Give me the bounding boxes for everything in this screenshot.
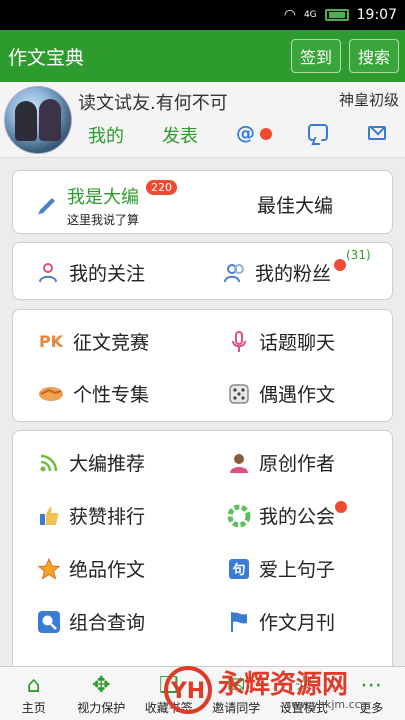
- username: 读文试友.有何不可: [78, 93, 228, 114]
- mention-icon[interactable]: @: [236, 122, 255, 144]
- best-editor-link[interactable]: 最佳大编: [257, 191, 333, 218]
- monthly-label: 作文月刊: [259, 612, 336, 634]
- premium-label: 绝品作文: [69, 559, 146, 581]
- status-bar: ◠ 4G 19:07: [0, 0, 405, 30]
- signin-button[interactable]: 签到: [290, 39, 341, 73]
- topic-item[interactable]: 话题聊天: [227, 328, 335, 355]
- fans-label: 我的粉丝: [255, 263, 332, 285]
- guild-label: 我的公会: [259, 506, 336, 528]
- activity-card: PK 征文竞赛 话题聊天 个性专集 偶遇作文: [12, 309, 393, 422]
- wifi-icon: ◠: [283, 7, 296, 23]
- ranking-item[interactable]: 获赞排行: [37, 502, 145, 529]
- chat-icon[interactable]: [308, 124, 328, 141]
- pen-icon: [35, 194, 59, 218]
- app-header: 作文宝典 签到 搜索: [0, 30, 405, 82]
- search-button[interactable]: 搜索: [348, 39, 399, 73]
- premium-item[interactable]: 绝品作文: [37, 555, 145, 582]
- following-icon: [37, 261, 61, 285]
- tab-bookmark-label: 收藏书签: [144, 701, 193, 715]
- query-item[interactable]: 组合查询: [37, 608, 145, 635]
- search-icon: [37, 610, 61, 634]
- clock: 19:07: [356, 7, 397, 23]
- app-title: 作文宝典: [8, 46, 85, 69]
- profile-panel: 读文试友.有何不可 神皇初级 我的 发表 @: [0, 82, 405, 158]
- random-label: 偶遇作文: [259, 384, 336, 406]
- editor-subtitle: 这里我说了算: [67, 213, 140, 227]
- guild-unread-dot: [335, 501, 347, 513]
- sentence-item[interactable]: 句 爱上句子: [227, 555, 335, 582]
- ranking-label: 获赞排行: [69, 506, 146, 528]
- mine-link[interactable]: 我的: [88, 122, 124, 148]
- tab-home[interactable]: ⌂ 主页: [0, 667, 68, 720]
- fans-unread-dot: [334, 259, 346, 271]
- editor-card: 我是大编 这里我说了算 220 最佳大编: [12, 170, 393, 234]
- author-label: 原创作者: [259, 453, 336, 475]
- collection-item[interactable]: 个性专集: [37, 380, 149, 407]
- tab-invite-label: 邀请同学: [212, 701, 261, 715]
- recommend-item[interactable]: 大编推荐: [37, 449, 145, 476]
- guild-icon: [227, 504, 251, 528]
- following-item[interactable]: 我的关注: [37, 259, 145, 286]
- network-type: 4G: [303, 10, 317, 20]
- move-icon: ✥: [92, 673, 111, 698]
- author-item[interactable]: 原创作者: [227, 449, 335, 476]
- query-label: 组合查询: [69, 612, 146, 634]
- random-item[interactable]: 偶遇作文: [227, 380, 335, 407]
- invite-icon: ✉: [227, 673, 246, 698]
- tab-eye-protection[interactable]: ✥ 视力保护: [68, 667, 136, 720]
- features-card: 大编推荐 原创作者 获赞排行 我的公会 绝品作文 句 爱上句子 组合查询 作文月…: [12, 430, 393, 680]
- battery-icon: [324, 9, 349, 21]
- following-label: 我的关注: [69, 263, 146, 285]
- guild-item[interactable]: 我的公会: [227, 502, 335, 529]
- mode-icon: ☼: [293, 673, 314, 698]
- author-icon: [227, 451, 251, 475]
- user-rank: 神皇初级: [338, 91, 399, 109]
- recommend-label: 大编推荐: [69, 453, 146, 475]
- tab-mode-label: 设置模式: [279, 701, 328, 715]
- avatar[interactable]: [4, 86, 72, 154]
- editor-entry[interactable]: 我是大编 这里我说了算: [35, 183, 139, 228]
- monthly-item[interactable]: 作文月刊: [227, 608, 335, 635]
- tab-invite[interactable]: ✉ 邀请同学: [203, 667, 271, 720]
- editor-title: 我是大编: [67, 187, 139, 208]
- more-icon: ⋯: [360, 673, 383, 698]
- mention-unread-dot: [260, 128, 272, 140]
- svg-text:句: 句: [232, 562, 245, 578]
- bookmark-icon: ❑: [158, 673, 179, 698]
- sentence-label: 爱上句子: [259, 559, 336, 581]
- fans-icon: [223, 261, 247, 285]
- flag-icon: [227, 610, 251, 634]
- tab-home-label: 主页: [21, 701, 46, 715]
- fans-item[interactable]: 我的粉丝: [223, 259, 331, 286]
- topic-label: 话题聊天: [259, 332, 336, 354]
- dice-icon: [227, 382, 251, 406]
- tab-eye-label: 视力保护: [77, 701, 126, 715]
- rss-icon: [37, 451, 61, 475]
- fans-count: (31): [346, 248, 371, 262]
- tab-mode[interactable]: ☼ 设置模式: [270, 667, 338, 720]
- pk-icon: PK: [38, 332, 64, 351]
- tab-more[interactable]: ⋯ 更多: [338, 667, 405, 720]
- star-icon: [37, 557, 61, 581]
- mail-icon[interactable]: [368, 126, 386, 140]
- tab-bookmarks[interactable]: ❑ 收藏书签: [135, 667, 203, 720]
- publish-link[interactable]: 发表: [162, 122, 198, 148]
- collection-label: 个性专集: [73, 384, 150, 406]
- microphone-icon: [227, 330, 251, 354]
- contest-label: 征文竞赛: [73, 332, 150, 354]
- bottom-nav: ⌂ 主页 ✥ 视力保护 ❑ 收藏书签 ✉ 邀请同学 ☼ 设置模式 ⋯ 更多: [0, 666, 405, 720]
- editor-badge: 220: [146, 180, 177, 195]
- tab-more-label: 更多: [359, 701, 384, 715]
- handshake-icon: [37, 382, 65, 406]
- contest-item[interactable]: PK 征文竞赛: [37, 328, 149, 355]
- thumbs-up-icon: [37, 504, 61, 528]
- follow-card: 我的关注 我的粉丝 (31): [12, 242, 393, 300]
- home-icon: ⌂: [26, 673, 41, 698]
- sentence-icon: 句: [227, 557, 251, 581]
